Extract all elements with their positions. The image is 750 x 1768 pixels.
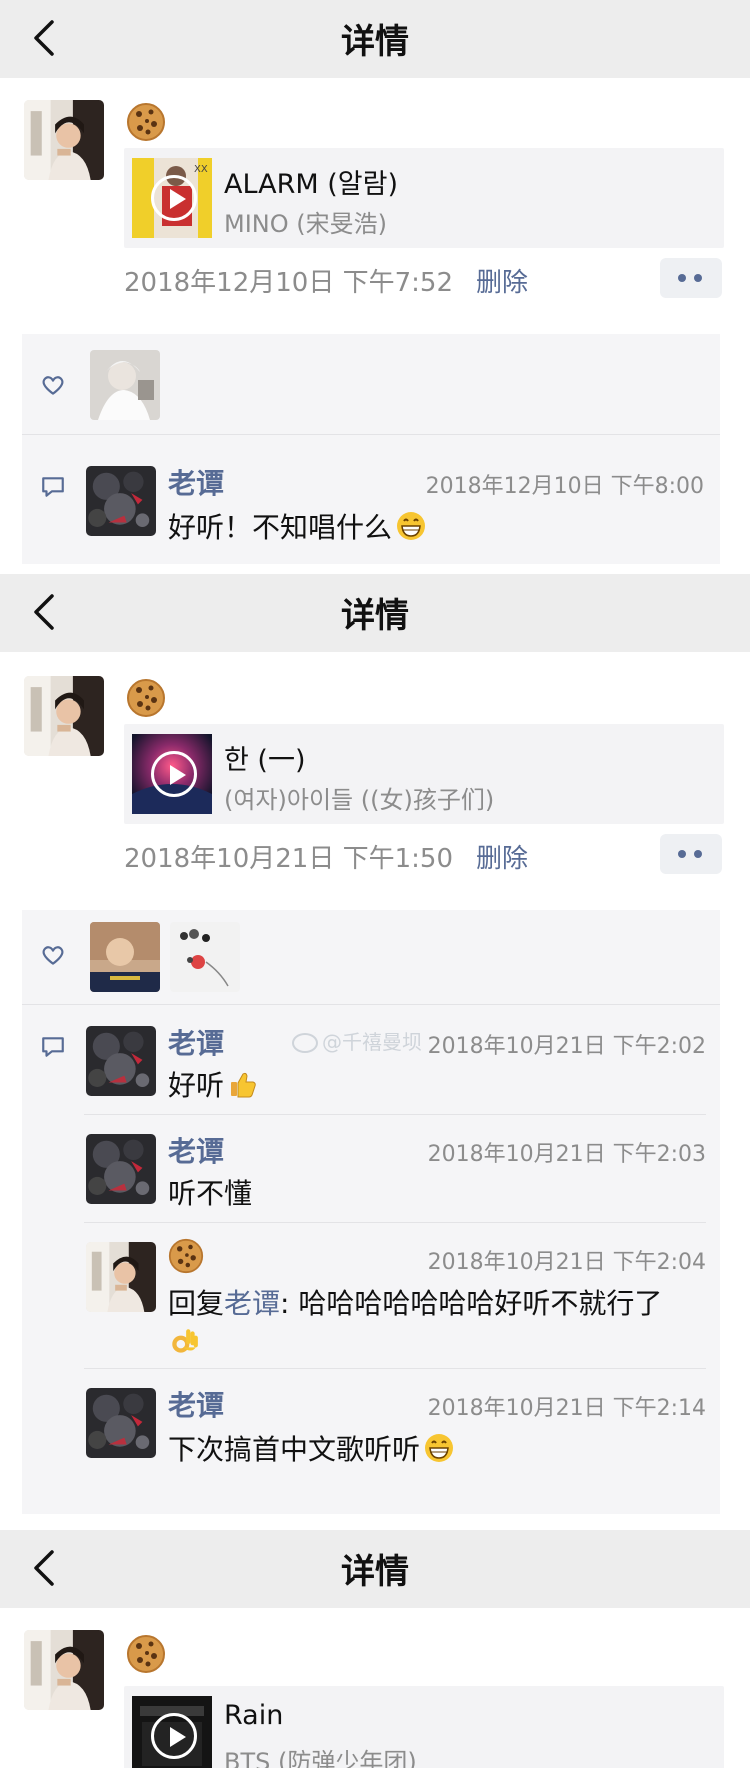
- commenter-avatar[interactable]: [86, 466, 156, 536]
- post-time: 2018年10月21日 下午1:50: [124, 844, 453, 874]
- comment-text-body: 好听: [168, 1069, 225, 1102]
- music-card[interactable]: 한 (一) (여자)아이들 ((女)孩子们): [124, 724, 724, 824]
- ok-hand-emoji-icon: [168, 1326, 200, 1358]
- song-artist: MINO (宋旻浩): [224, 210, 387, 238]
- commenter-avatar[interactable]: [86, 1242, 156, 1312]
- nav-bar: 详情: [0, 1530, 750, 1608]
- page-title: 详情: [341, 596, 409, 636]
- play-icon[interactable]: [151, 1713, 197, 1759]
- comment-time: 2018年10月21日 下午2:02: [427, 1034, 706, 1059]
- comment-text-body: : 哈哈哈哈哈哈哈好听不就行了: [280, 1287, 663, 1320]
- delete-link[interactable]: 删除: [476, 262, 528, 299]
- interaction-panel: 老谭 2018年12月10日 下午8:00 好听！不知唱什么: [22, 334, 720, 564]
- commenter-name[interactable]: 老谭: [168, 1022, 224, 1062]
- comment-divider: [84, 1114, 706, 1115]
- detail-screen-3: 详情 Rain BTS (防弹少年团): [0, 1530, 750, 1768]
- watermark-text: @千禧曼坝: [322, 1030, 422, 1054]
- post-time: 2018年12月10日 下午7:52: [124, 268, 453, 298]
- song-artist: (여자)아이들 ((女)孩子们): [224, 786, 495, 814]
- panel-divider: [22, 1004, 720, 1005]
- comment-text-body: 下次搞首中文歌听听: [168, 1433, 421, 1466]
- more-button[interactable]: [660, 834, 722, 874]
- nav-bar: 详情: [0, 574, 750, 652]
- commenter-name[interactable]: 老谭: [168, 462, 224, 502]
- more-dot: [678, 850, 686, 858]
- more-dot: [678, 274, 686, 282]
- play-icon[interactable]: [151, 751, 197, 797]
- comment-time: 2018年10月21日 下午2:04: [427, 1250, 706, 1275]
- heart-icon: [40, 942, 66, 968]
- play-icon[interactable]: [151, 175, 197, 221]
- like-avatar[interactable]: [90, 350, 160, 420]
- more-dot: [694, 850, 702, 858]
- like-avatar[interactable]: [90, 922, 160, 992]
- song-title: 한 (一): [224, 745, 306, 776]
- music-card[interactable]: Rain BTS (防弹少年团): [124, 1686, 724, 1768]
- detail-screen-2: 详情 한 (一) (여자)아이들 ((女)孩子们) 2018年10月21日 下午…: [0, 574, 750, 1514]
- like-avatar-image: [90, 922, 160, 992]
- song-title: Rain: [224, 1700, 284, 1731]
- comment-text: 下次搞首中文歌听听: [168, 1428, 454, 1468]
- weibo-icon: [292, 1033, 318, 1053]
- reply-prefix: 回复: [168, 1287, 225, 1320]
- commenter-name[interactable]: 老谭: [168, 1130, 224, 1170]
- avatar[interactable]: [24, 1630, 104, 1710]
- svg-text:XX: XX: [194, 164, 208, 175]
- comment-icon: [40, 1034, 66, 1060]
- comment-time: 2018年10月21日 下午2:03: [427, 1142, 706, 1167]
- detail-screen-1: 详情 XX ALARM (알람) MINO (宋旻浩) 2018年12月10日 …: [0, 0, 750, 574]
- thumbs-up-emoji-icon: [228, 1069, 258, 1099]
- avatar[interactable]: [24, 100, 104, 180]
- song-title: ALARM (알람): [224, 169, 398, 200]
- cookie-emoji-icon[interactable]: [126, 678, 166, 718]
- cookie-emoji-icon[interactable]: [126, 102, 166, 142]
- comment-divider: [84, 1222, 706, 1223]
- panel-divider: [22, 434, 720, 435]
- like-avatar[interactable]: [170, 922, 240, 992]
- comment-text: 回复老谭: 哈哈哈哈哈哈哈好听不就行了: [168, 1282, 662, 1322]
- watermark: @千禧曼坝: [292, 1026, 422, 1055]
- comment-divider: [84, 1368, 706, 1369]
- commenter-name[interactable]: 老谭: [168, 1384, 224, 1424]
- commenter-avatar[interactable]: [86, 1026, 156, 1096]
- grin-emoji-icon: [424, 1433, 454, 1463]
- comment-text: 好听: [168, 1064, 258, 1104]
- music-card[interactable]: XX ALARM (알람) MINO (宋旻浩): [124, 148, 724, 248]
- like-avatar-image: [170, 922, 240, 992]
- grin-emoji-icon: [396, 511, 426, 541]
- comment-text: 听不懂: [168, 1177, 253, 1210]
- cookie-emoji-icon[interactable]: [126, 1634, 166, 1674]
- interaction-panel: 老谭 @千禧曼坝 2018年10月21日 下午2:02 好听 老谭 2018年1…: [22, 910, 720, 1514]
- song-artist: BTS (防弹少年团): [224, 1748, 417, 1768]
- nav-bar: 详情: [0, 0, 750, 78]
- avatar[interactable]: [24, 676, 104, 756]
- more-dot: [694, 274, 702, 282]
- commenter-avatar[interactable]: [86, 1134, 156, 1204]
- commenter-avatar[interactable]: [86, 1388, 156, 1458]
- like-avatar-image: [90, 350, 160, 420]
- comment-time: 2018年12月10日 下午8:00: [425, 474, 704, 499]
- cookie-emoji-icon[interactable]: [168, 1238, 204, 1274]
- comment-time: 2018年10月21日 下午2:14: [427, 1396, 706, 1421]
- comment-text-body: 好听！不知唱什么: [168, 511, 393, 544]
- reply-target-name[interactable]: 老谭: [224, 1287, 280, 1320]
- more-button[interactable]: [660, 258, 722, 298]
- comment-icon: [40, 474, 66, 500]
- comment-text: 好听！不知唱什么: [168, 506, 426, 546]
- heart-icon: [40, 372, 66, 398]
- delete-link[interactable]: 删除: [476, 838, 528, 875]
- page-title: 详情: [341, 1552, 409, 1592]
- page-title: 详情: [341, 22, 409, 62]
